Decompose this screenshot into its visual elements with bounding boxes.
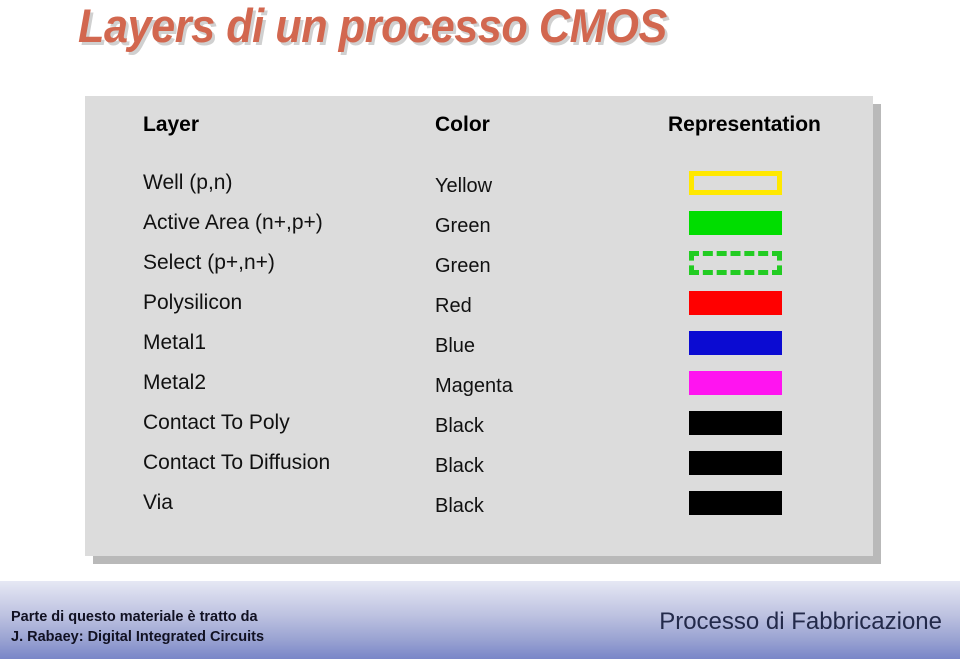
table-row: Metal2 Magenta <box>0 363 960 403</box>
layer-swatch-solid <box>689 331 782 355</box>
table-row: Metal1 Blue <box>0 323 960 363</box>
layer-name-cell: Metal1 <box>143 331 207 354</box>
layer-swatch-solid <box>689 451 782 475</box>
layer-swatch-dashed <box>689 251 782 275</box>
table-row: Active Area (n+,p+) Green <box>0 203 960 243</box>
page-title: Layers di un processo CMOS <box>78 0 667 52</box>
layer-name-cell: Metal2 <box>143 371 207 394</box>
layer-swatch-solid <box>689 491 782 515</box>
layer-swatch-outline <box>689 171 782 195</box>
layer-representation-cell <box>689 251 782 275</box>
layer-name-cell: Via <box>143 491 173 514</box>
table-row: Via Black <box>0 483 960 523</box>
layer-color-cell: Blue <box>435 335 476 357</box>
table-row: Polysilicon Red <box>0 283 960 323</box>
column-header-layer: Layer <box>143 113 200 136</box>
layer-representation-cell <box>689 291 782 315</box>
layer-name-cell: Active Area (n+,p+) <box>143 211 323 234</box>
layer-representation-cell <box>689 371 782 395</box>
layer-representation-cell <box>689 211 782 235</box>
layer-name-cell: Well (p,n) <box>143 171 233 194</box>
layer-representation-cell <box>689 491 782 515</box>
column-header-color: Color <box>435 113 490 136</box>
layer-color-cell: Green <box>435 255 491 277</box>
column-header-representation: Representation <box>668 113 821 136</box>
layer-color-cell: Magenta <box>435 375 513 397</box>
table-row: Well (p,n) Yellow <box>0 163 960 203</box>
layer-swatch-solid <box>689 211 782 235</box>
layer-color-cell: Green <box>435 215 491 237</box>
layer-name-cell: Contact To Poly <box>143 411 290 434</box>
layer-swatch-solid <box>689 411 782 435</box>
layer-color-cell: Yellow <box>435 175 493 197</box>
layer-representation-cell <box>689 451 782 475</box>
layer-color-cell: Black <box>435 495 484 517</box>
layer-representation-cell <box>689 411 782 435</box>
table-row: Select (p+,n+) Green <box>0 243 960 283</box>
layer-color-cell: Red <box>435 295 472 317</box>
footer-credit: Parte di questo materiale è tratto da J.… <box>11 607 264 647</box>
footer-credit-line-2: J. Rabaey: Digital Integrated Circuits <box>11 629 265 645</box>
layer-swatch-solid <box>689 371 782 395</box>
layer-swatch-solid <box>689 291 782 315</box>
layer-name-cell: Contact To Diffusion <box>143 451 331 474</box>
table-row: Contact To Diffusion Black <box>0 443 960 483</box>
table-row: Contact To Poly Black <box>0 403 960 443</box>
footer-section-title: Processo di Fabbricazione <box>659 608 942 635</box>
layer-color-cell: Black <box>435 455 484 477</box>
layer-representation-cell <box>689 171 782 195</box>
layer-name-cell: Polysilicon <box>143 291 243 314</box>
footer-credit-line-1: Parte di questo materiale è tratto da <box>11 609 258 625</box>
layer-name-cell: Select (p+,n+) <box>143 251 275 274</box>
layer-color-cell: Black <box>435 415 484 437</box>
layer-representation-cell <box>689 331 782 355</box>
